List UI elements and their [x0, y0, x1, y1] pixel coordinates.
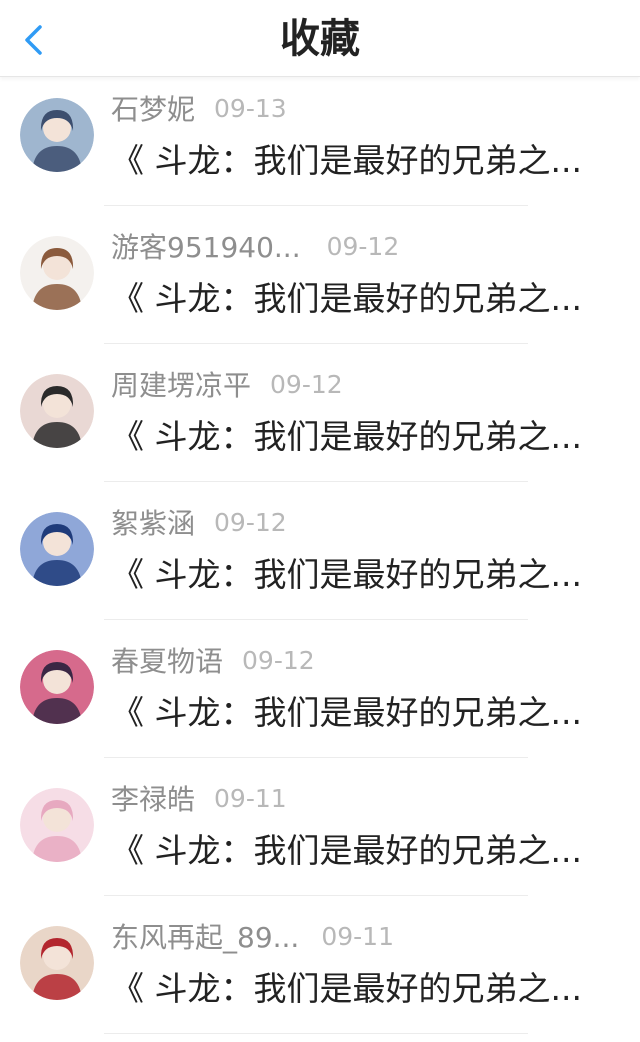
user-name[interactable]: 絮紫涵 [111, 502, 195, 542]
item-meta: 春夏物语 09-12 [111, 640, 315, 680]
divider [104, 757, 528, 758]
avatar-image [20, 236, 94, 310]
avatar-image [20, 926, 94, 1000]
item-title[interactable]: 《 斗龙：我们是最好的兄弟之... [111, 414, 591, 460]
avatar[interactable] [20, 236, 94, 310]
list-item[interactable]: 絮紫涵 09-12 《 斗龙：我们是最好的兄弟之... [0, 490, 640, 628]
user-name[interactable]: 游客951940... [111, 226, 301, 266]
list-item[interactable]: 周建塄凉平 09-12 《 斗龙：我们是最好的兄弟之... [0, 352, 640, 490]
item-meta: 东风再起_89... 09-11 [111, 916, 394, 956]
item-title[interactable]: 《 斗龙：我们是最好的兄弟之... [111, 552, 591, 598]
avatar-image [20, 650, 94, 724]
item-date: 09-11 [214, 783, 287, 813]
avatar[interactable] [20, 512, 94, 586]
user-name[interactable]: 周建塄凉平 [111, 364, 251, 404]
favorites-list: 石梦妮 09-13 《 斗龙：我们是最好的兄弟之... 游客951940... … [0, 76, 640, 1042]
list-item[interactable]: 东风再起_89... 09-11 《 斗龙：我们是最好的兄弟之... [0, 904, 640, 1042]
user-name[interactable]: 东风再起_89... [111, 916, 299, 956]
item-title[interactable]: 《 斗龙：我们是最好的兄弟之... [111, 276, 591, 322]
avatar-image [20, 374, 94, 448]
item-meta: 絮紫涵 09-12 [111, 502, 287, 542]
item-meta: 石梦妮 09-13 [111, 88, 287, 128]
item-date: 09-12 [242, 645, 315, 675]
divider [104, 619, 528, 620]
avatar[interactable] [20, 374, 94, 448]
item-meta: 游客951940... 09-12 [111, 226, 399, 266]
item-meta: 李禄皓 09-11 [111, 778, 287, 818]
page-title: 收藏 [280, 16, 360, 62]
avatar-image [20, 512, 94, 586]
item-title[interactable]: 《 斗龙：我们是最好的兄弟之... [111, 690, 591, 736]
item-meta: 周建塄凉平 09-12 [111, 364, 343, 404]
divider [104, 481, 528, 482]
item-date: 09-11 [321, 921, 394, 951]
avatar[interactable] [20, 926, 94, 1000]
avatar[interactable] [20, 788, 94, 862]
divider [104, 895, 528, 896]
avatar[interactable] [20, 650, 94, 724]
list-item[interactable]: 游客951940... 09-12 《 斗龙：我们是最好的兄弟之... [0, 214, 640, 352]
item-title[interactable]: 《 斗龙：我们是最好的兄弟之... [111, 138, 591, 184]
avatar-image [20, 788, 94, 862]
item-date: 09-12 [270, 369, 343, 399]
divider [104, 1033, 528, 1034]
user-name[interactable]: 石梦妮 [111, 88, 195, 128]
user-name[interactable]: 李禄皓 [111, 778, 195, 818]
divider [104, 205, 528, 206]
avatar-image [20, 98, 94, 172]
divider [104, 343, 528, 344]
top-bar: 收藏 [0, 0, 640, 77]
avatar[interactable] [20, 98, 94, 172]
list-item[interactable]: 春夏物语 09-12 《 斗龙：我们是最好的兄弟之... [0, 628, 640, 766]
list-item[interactable]: 李禄皓 09-11 《 斗龙：我们是最好的兄弟之... [0, 766, 640, 904]
user-name[interactable]: 春夏物语 [111, 640, 223, 680]
list-item[interactable]: 石梦妮 09-13 《 斗龙：我们是最好的兄弟之... [0, 76, 640, 214]
item-date: 09-13 [214, 93, 287, 123]
item-date: 09-12 [214, 507, 287, 537]
item-title[interactable]: 《 斗龙：我们是最好的兄弟之... [111, 828, 591, 874]
item-title[interactable]: 《 斗龙：我们是最好的兄弟之... [111, 966, 591, 1012]
item-date: 09-12 [326, 231, 400, 261]
